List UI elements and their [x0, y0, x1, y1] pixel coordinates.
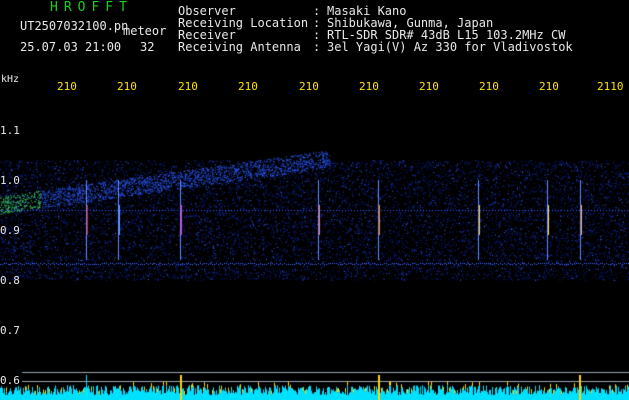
- y-tick-label: 1.1: [0, 124, 20, 137]
- antenna-label: Receiving Antenna: [178, 40, 301, 54]
- x-tick-label: 210: [479, 80, 499, 93]
- x-tick-label: 210: [419, 80, 439, 93]
- x-tick-label: 210: [57, 80, 77, 93]
- x-tick-label: 210: [117, 80, 137, 93]
- y-tick-label: 0.9: [0, 224, 20, 237]
- y-tick-label: 0.7: [0, 324, 20, 337]
- brand-title: HROFFT: [50, 0, 133, 15]
- observation-type: meteor: [123, 24, 167, 38]
- y-tick-label: 1.0: [0, 174, 20, 187]
- antenna-value: 3el Yagi(V) Az 330 for Vladivostok: [327, 40, 573, 54]
- y-tick-label: 0.6: [0, 374, 20, 387]
- x-tick-label: 2110: [597, 80, 624, 93]
- y-tick-label: 0.8: [0, 274, 20, 287]
- x-tick-label: 210: [299, 80, 319, 93]
- antenna-colon: :: [313, 40, 321, 54]
- filename: UT2507032100.pn: [20, 19, 129, 33]
- meteor-count: 32: [140, 40, 155, 54]
- x-tick-label: 210: [539, 80, 559, 93]
- unit-label: kHz: [1, 74, 20, 85]
- x-tick-label: 210: [178, 80, 198, 93]
- spectrogram-canvas: [0, 0, 629, 400]
- x-tick-label: 210: [238, 80, 258, 93]
- datetime: 25.07.03 21:00: [20, 40, 122, 54]
- x-tick-label: 210: [359, 80, 379, 93]
